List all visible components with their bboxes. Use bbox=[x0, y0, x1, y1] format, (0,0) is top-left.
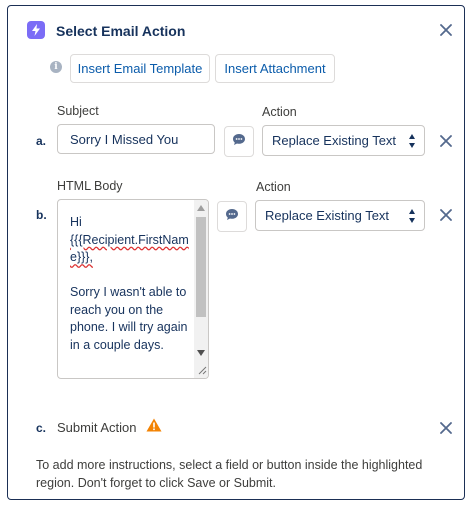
body-token: {{{Recipient.FirstName}}}, bbox=[70, 232, 189, 265]
subject-label: Subject bbox=[57, 104, 99, 118]
chevron-updown-icon bbox=[408, 132, 416, 150]
close-icon[interactable] bbox=[439, 23, 453, 37]
html-body-textarea[interactable]: Hi {{{Recipient.FirstName}}}, Sorry I wa… bbox=[57, 199, 209, 379]
chat-bubble-icon bbox=[232, 133, 246, 151]
lightning-bolt-icon bbox=[27, 21, 45, 39]
remove-row-a-icon[interactable] bbox=[439, 134, 453, 148]
row-letter-a: a. bbox=[36, 134, 47, 148]
html-body-content: Hi {{{Recipient.FirstName}}}, Sorry I wa… bbox=[70, 214, 190, 354]
insert-attachment-button[interactable]: Insert Attachment bbox=[215, 54, 335, 83]
action-label-b: Action bbox=[256, 180, 291, 194]
submit-action-label: Submit Action bbox=[57, 420, 137, 435]
insert-email-template-button[interactable]: Insert Email Template bbox=[70, 54, 210, 83]
action-select-a[interactable]: Replace Existing Text bbox=[262, 125, 425, 156]
action-label-a: Action bbox=[262, 105, 297, 119]
chat-bubble-icon bbox=[225, 208, 239, 226]
remove-row-b-icon[interactable] bbox=[439, 208, 453, 222]
chevron-updown-icon bbox=[408, 207, 416, 225]
html-body-label: HTML Body bbox=[57, 179, 123, 193]
scroll-up-icon[interactable] bbox=[197, 205, 205, 211]
body-greeting: Hi bbox=[70, 215, 82, 229]
subject-value: Sorry I Missed You bbox=[70, 131, 179, 147]
action-select-b-value: Replace Existing Text bbox=[265, 208, 390, 223]
warning-icon bbox=[146, 418, 162, 437]
instructions-text: To add more instructions, select a field… bbox=[36, 458, 423, 490]
body-paragraph: Sorry I wasn't able to reach you on the … bbox=[70, 285, 188, 352]
panel-title: Select Email Action bbox=[56, 23, 186, 39]
chat-button-a[interactable] bbox=[224, 126, 254, 157]
scrollbar-thumb[interactable] bbox=[196, 217, 206, 317]
row-letter-b: b. bbox=[36, 208, 47, 222]
info-icon: i bbox=[50, 61, 62, 73]
action-select-b[interactable]: Replace Existing Text bbox=[255, 200, 425, 231]
scroll-down-icon[interactable] bbox=[197, 350, 205, 356]
action-select-a-value: Replace Existing Text bbox=[272, 133, 397, 148]
chat-button-b[interactable] bbox=[217, 201, 247, 232]
subject-field[interactable]: Sorry I Missed You bbox=[57, 124, 215, 154]
remove-row-c-icon[interactable] bbox=[439, 421, 453, 435]
email-action-panel: Select Email Action i Insert Email Templ… bbox=[7, 5, 465, 500]
row-letter-c: c. bbox=[36, 421, 47, 435]
resize-handle-icon[interactable] bbox=[197, 365, 207, 375]
textarea-scrollbar[interactable] bbox=[194, 200, 208, 378]
